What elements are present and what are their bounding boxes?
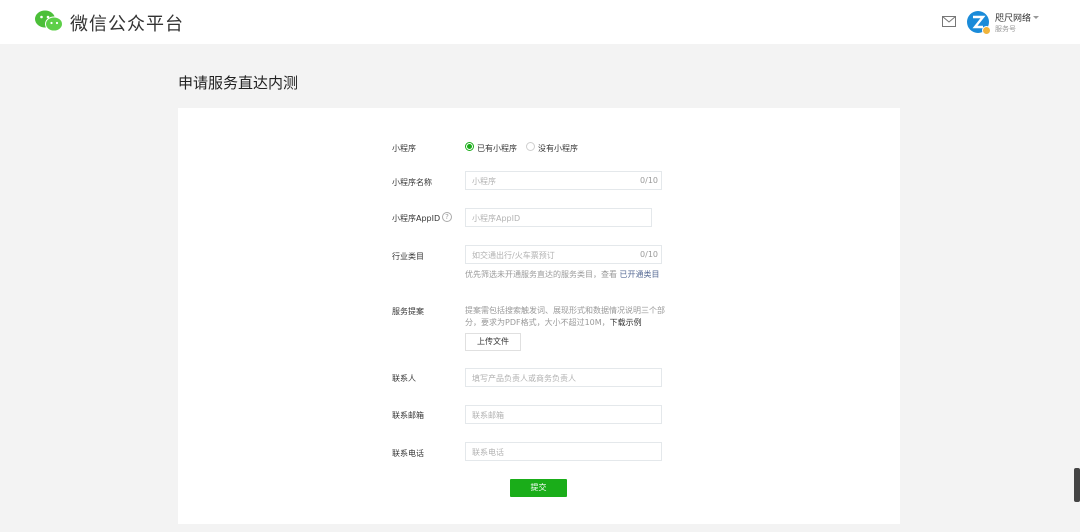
- contact-input[interactable]: 填写产品负责人或商务负责人: [465, 368, 662, 387]
- phone-placeholder: 联系电话: [472, 448, 504, 457]
- account-avatar[interactable]: [967, 11, 991, 35]
- industry-input[interactable]: 如交通出行/火车票预订 0/10: [465, 245, 662, 264]
- email-input[interactable]: 联系邮箱: [465, 405, 662, 424]
- top-bar: 微信公众平台 咫尺网络 服务号: [0, 0, 1080, 44]
- appid-placeholder: 小程序AppID: [472, 214, 521, 223]
- proposal-hint: 提案需包括搜索触发词、展现形式和数据情况说明三个部 分，要求为PDF格式，大小不…: [465, 305, 665, 329]
- industry-hint-text: 优先筛选未开通服务直达的服务类目，查看: [465, 270, 620, 279]
- wechat-logo-icon[interactable]: [34, 9, 64, 33]
- scrollbar-thumb[interactable]: [1074, 468, 1080, 502]
- radio-no-miniprogram-label[interactable]: 没有小程序: [538, 143, 578, 154]
- industry-label: 行业类目: [392, 252, 424, 261]
- appid-label: 小程序AppID: [392, 214, 441, 223]
- industry-hint: 优先筛选未开通服务直达的服务类目，查看 已开通类目: [465, 269, 660, 281]
- account-name[interactable]: 咫尺网络: [995, 11, 1031, 24]
- contact-placeholder: 填写产品负责人或商务负责人: [472, 374, 576, 383]
- appid-input[interactable]: 小程序AppID: [465, 208, 652, 227]
- account-type: 服务号: [995, 25, 1016, 33]
- radio-no-miniprogram[interactable]: [526, 142, 535, 151]
- radio-has-miniprogram-label[interactable]: 已有小程序: [477, 143, 517, 154]
- contact-label: 联系人: [392, 374, 416, 383]
- chevron-down-icon[interactable]: [1033, 16, 1039, 19]
- help-icon[interactable]: ?: [442, 212, 452, 222]
- name-char-count: 0/10: [640, 176, 658, 185]
- phone-label: 联系电话: [392, 449, 424, 458]
- proposal-label: 服务提案: [392, 307, 424, 316]
- email-placeholder: 联系邮箱: [472, 411, 504, 420]
- opened-categories-link[interactable]: 已开通类目: [620, 270, 660, 279]
- name-placeholder: 小程序: [472, 177, 496, 186]
- app-title[interactable]: 微信公众平台: [70, 10, 184, 36]
- name-label: 小程序名称: [392, 178, 432, 187]
- verified-badge-icon: [982, 26, 991, 35]
- mail-icon[interactable]: [942, 16, 956, 27]
- miniprogram-label: 小程序: [392, 144, 416, 153]
- radio-has-miniprogram[interactable]: [465, 142, 474, 151]
- industry-char-count: 0/10: [640, 250, 658, 259]
- proposal-hint-line-2: 分，要求为PDF格式，大小不超过10M，: [465, 318, 610, 327]
- email-label: 联系邮箱: [392, 411, 424, 420]
- download-example-link[interactable]: 下载示例: [610, 318, 642, 327]
- miniprogram-name-input[interactable]: 小程序 0/10: [465, 171, 662, 190]
- submit-button[interactable]: 提交: [510, 479, 567, 497]
- proposal-hint-line-1: 提案需包括搜索触发词、展现形式和数据情况说明三个部: [465, 306, 665, 315]
- phone-input[interactable]: 联系电话: [465, 442, 662, 461]
- upload-file-button[interactable]: 上传文件: [465, 333, 521, 351]
- industry-placeholder: 如交通出行/火车票预订: [472, 251, 555, 260]
- page-title: 申请服务直达内测: [178, 74, 299, 92]
